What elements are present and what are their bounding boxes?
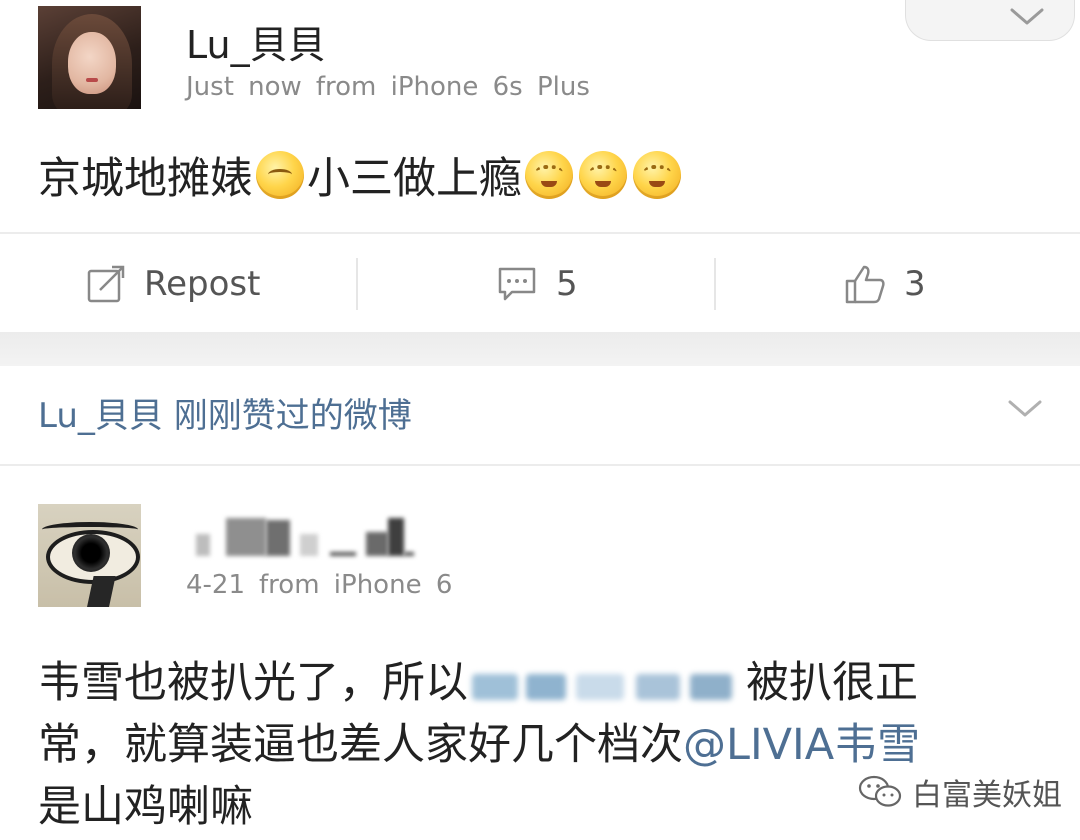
post-text-part: 韦雪也被扒光了，所以 [38,658,468,708]
post-text-part: 被扒很正 [746,658,918,708]
avatar[interactable] [38,504,141,607]
post-menu-button[interactable] [905,0,1075,41]
post-text: 京城地摊婊 小三做上瘾 [38,150,684,204]
post-text-part: 京城地摊婊 [38,154,253,204]
divider [0,464,1080,466]
crying-emoji-icon [633,151,681,199]
liked-header-user[interactable]: Lu_貝貝 [38,396,163,436]
post-from-label: from [315,72,377,102]
section-separator [0,332,1080,366]
avatar[interactable] [38,6,141,109]
comment-count: 5 [556,264,578,304]
weibo-post: Lu_貝貝 Just now from iPhone 6s Plus 京城地摊婊 … [0,0,1080,332]
divider [714,258,716,310]
divider [356,258,358,310]
post-text-part: 是山鸡喇嘛 [38,782,253,832]
post-device[interactable]: iPhone 6s Plus [391,72,590,102]
post-username-blurred[interactable] [196,516,414,556]
mention-blurred[interactable] [472,666,742,706]
repost-label: Repost [144,264,261,304]
comment-icon [496,264,538,304]
watermark-text: 白富美妖姐 [912,778,1062,813]
liked-header-menu[interactable] [1008,400,1042,422]
post-device[interactable]: iPhone 6 [334,570,453,600]
post-time: 4-21 [186,570,246,600]
repost-icon [86,264,126,304]
post-from-label: from [259,570,320,600]
post-text-part: 小三做上瘾 [307,154,522,204]
post-meta: 4-21 from iPhone 6 [186,570,452,600]
crying-emoji-icon [525,151,573,199]
like-button[interactable]: 3 [844,236,926,332]
like-icon [844,263,886,305]
mention-link[interactable]: @LIVIA韦雪 [683,720,920,770]
divider [0,232,1080,234]
post-meta: Just now from iPhone 6s Plus [186,72,590,102]
post-time: Just now [186,72,302,102]
chevron-down-icon [1008,400,1042,417]
watermark: 白富美妖姐 [858,770,1062,814]
liked-header-label: 刚刚赞过的微博 [173,396,412,436]
repost-button[interactable]: Repost [86,236,260,332]
chevron-down-icon [1010,8,1044,25]
shy-emoji-icon [256,151,304,199]
crying-emoji-icon [579,151,627,199]
post-action-bar: Repost 5 3 [0,236,1080,332]
wechat-icon [858,774,902,810]
comment-button[interactable]: 5 [496,236,578,332]
post-username[interactable]: Lu_貝貝 [186,14,326,69]
post-text-part: 常，就算装逼也差人家好几个档次 [38,720,683,770]
liked-header[interactable]: Lu_貝貝 刚刚赞过的微博 [38,388,412,437]
like-count: 3 [904,264,926,304]
